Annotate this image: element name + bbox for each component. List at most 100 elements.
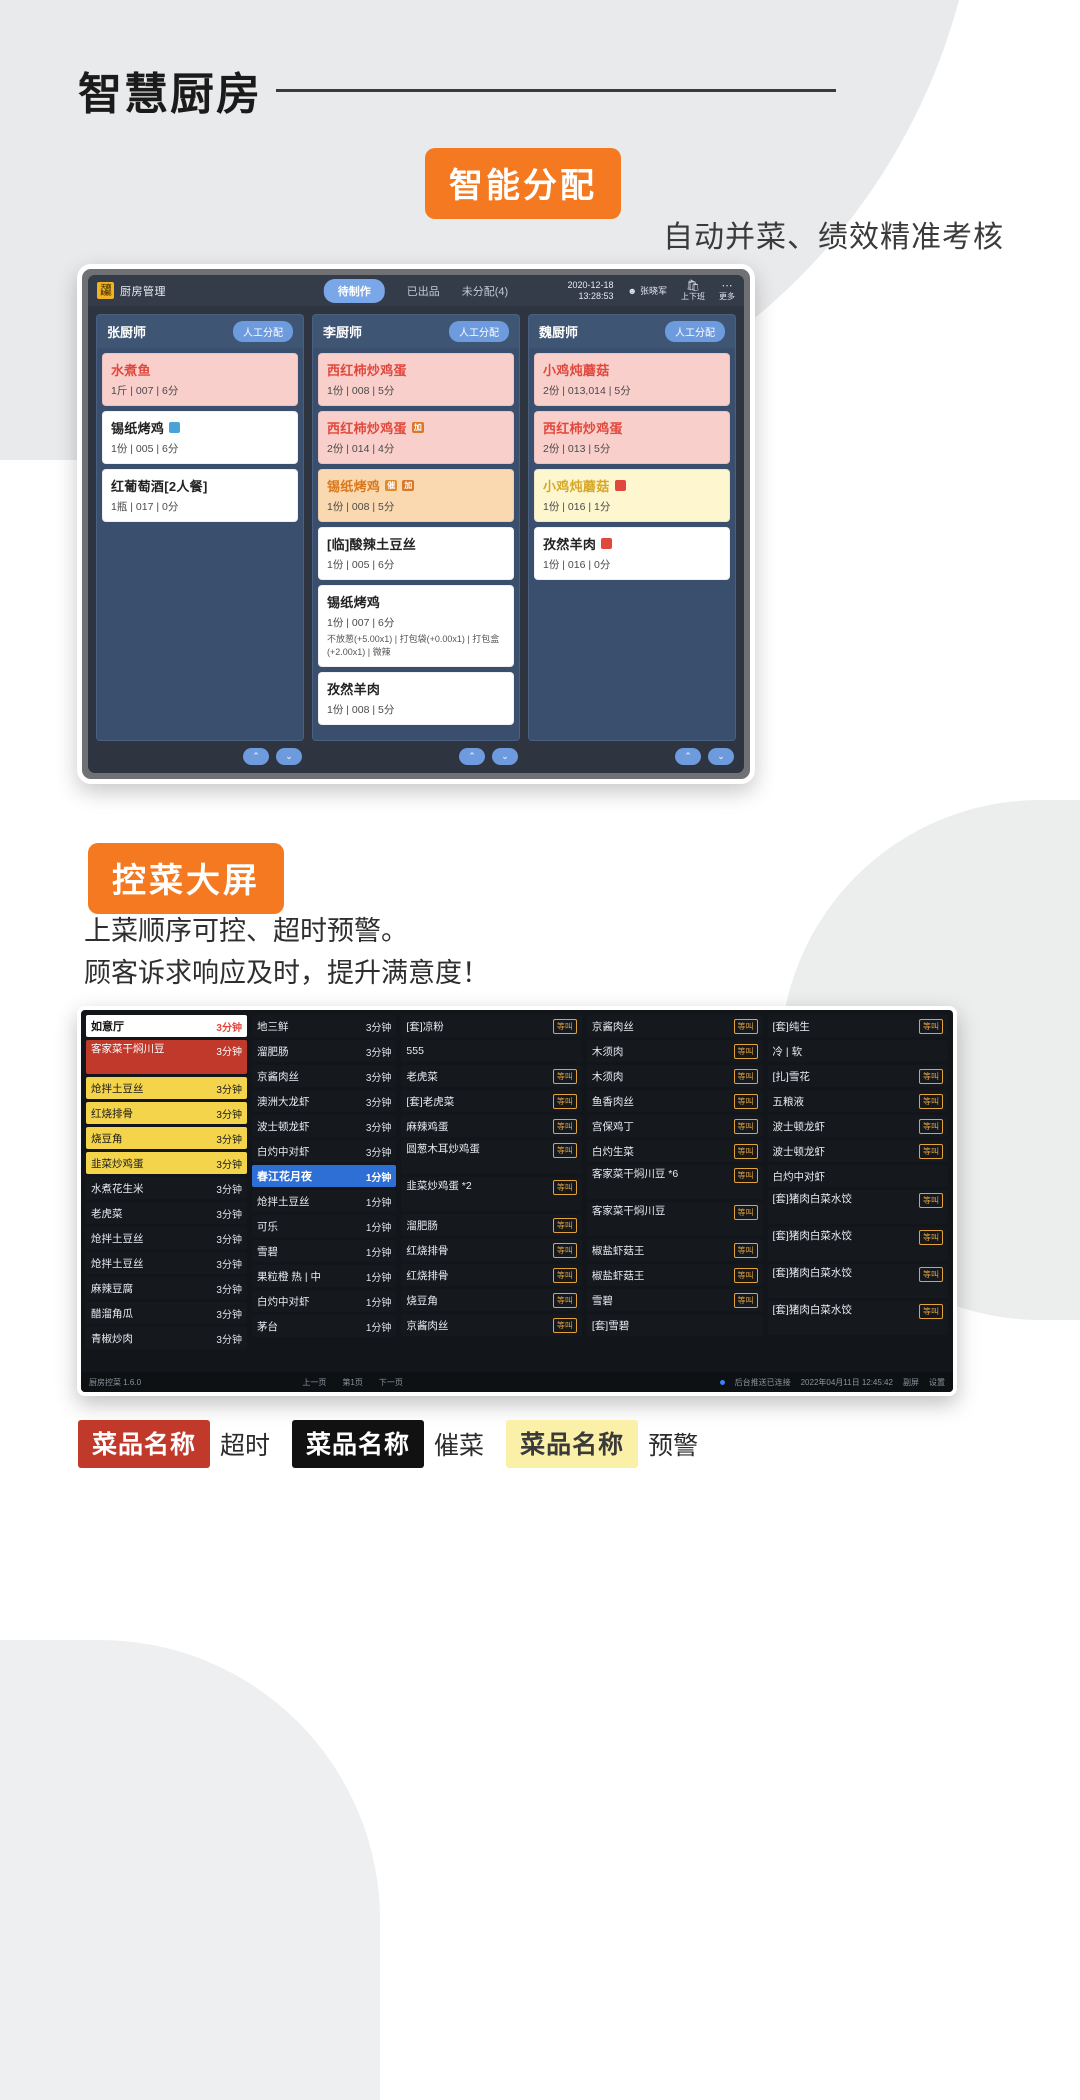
dish-row[interactable]: 圆葱木耳炒鸡蛋 等叫 xyxy=(401,1140,582,1174)
dish-row[interactable]: 可乐 1分钟 xyxy=(251,1215,397,1237)
dish-row[interactable]: [套]老虎菜 等叫 xyxy=(401,1090,582,1112)
dish-row[interactable]: 炝拌土豆丝 3分钟 xyxy=(86,1077,247,1099)
dish-row[interactable]: 茅台 1分钟 xyxy=(251,1315,397,1337)
dish-row[interactable]: 青椒炒肉 3分钟 xyxy=(86,1327,247,1349)
dish-row[interactable]: [套]凉粉 等叫 xyxy=(401,1015,582,1037)
dish-card[interactable]: 西红柿炒鸡蛋 1份 | 008 | 5分 xyxy=(318,353,514,406)
tab-pending[interactable]: 待制作 xyxy=(323,278,385,303)
dish-card[interactable]: 水煮鱼 1斤 | 007 | 6分 xyxy=(102,353,298,406)
dish-row[interactable]: 椒盐虾菇王 等叫 xyxy=(586,1264,763,1286)
dish-row[interactable]: 555 xyxy=(401,1040,582,1062)
dish-row[interactable]: 木须肉 等叫 xyxy=(586,1040,763,1062)
page-up-button[interactable]: ⌃ xyxy=(459,748,485,765)
prev-page-button[interactable]: 上一页 xyxy=(302,1377,326,1388)
dish-card[interactable]: 西红柿炒鸡蛋 加 2份 | 014 | 4分 xyxy=(318,411,514,464)
dish-row-name: 五粮液 xyxy=(772,1095,805,1108)
dish-row[interactable]: 老虎菜 等叫 xyxy=(401,1065,582,1087)
dish-row[interactable]: 澳洲大龙虾 3分钟 xyxy=(251,1090,397,1112)
manual-assign-button[interactable]: 人工分配 xyxy=(233,321,293,342)
dish-card[interactable]: 孜然羊肉 1份 | 008 | 5分 xyxy=(318,672,514,725)
page-title: 智慧厨房 xyxy=(78,70,262,119)
dish-row[interactable]: [套]雪碧 xyxy=(586,1314,763,1336)
dish-row[interactable]: 烧豆角 等叫 xyxy=(401,1289,582,1311)
page-up-button[interactable]: ⌃ xyxy=(243,748,269,765)
dish-row[interactable]: [套]猪肉白菜水饺 等叫 xyxy=(767,1227,949,1261)
dish-card[interactable]: [临]酸辣土豆丝 1份 | 005 | 6分 xyxy=(318,527,514,580)
dish-row[interactable]: 白灼生菜 等叫 xyxy=(586,1140,763,1162)
dish-name: 锡纸烤鸡 xyxy=(327,479,381,494)
dish-row[interactable]: 客家菜干焖川豆 *6 等叫 xyxy=(586,1165,763,1199)
dish-row[interactable]: [套]纯生 等叫 xyxy=(767,1015,949,1037)
dish-row[interactable]: 炝拌土豆丝 3分钟 xyxy=(86,1227,247,1249)
dish-row[interactable]: 韭菜炒鸡蛋 *2 等叫 xyxy=(401,1177,582,1211)
dish-row[interactable]: 果粒橙 热 | 中 1分钟 xyxy=(251,1265,397,1287)
dish-row[interactable]: 红烧排骨 3分钟 xyxy=(86,1102,247,1124)
dish-row[interactable]: 醋溜角瓜 3分钟 xyxy=(86,1302,247,1324)
dish-row[interactable]: 京酱肉丝 等叫 xyxy=(401,1314,582,1336)
dish-card[interactable]: 锡纸烤鸡 1份 | 007 | 6分 不放葱(+5.00x1) | 打包袋(+0… xyxy=(318,585,514,667)
secondary-screen-button[interactable]: 副屏 xyxy=(903,1377,919,1388)
dish-row[interactable]: 韭菜炒鸡蛋 3分钟 xyxy=(86,1152,247,1174)
dish-card[interactable]: 孜然羊肉 1份 | 016 | 0分 xyxy=(534,527,730,580)
page-down-button[interactable]: ⌄ xyxy=(708,748,734,765)
dish-card[interactable]: 小鸡炖蘑菇 2份 | 013,014 | 5分 xyxy=(534,353,730,406)
dish-row[interactable]: [套]猪肉白菜水饺 等叫 xyxy=(767,1264,949,1298)
dish-row[interactable]: 地三鲜 3分钟 xyxy=(251,1015,397,1037)
dish-row[interactable]: 波士顿龙虾 等叫 xyxy=(767,1140,949,1162)
dish-card[interactable]: 西红柿炒鸡蛋 2份 | 013 | 5分 xyxy=(534,411,730,464)
dish-card[interactable]: 小鸡炖蘑菇 1份 | 016 | 1分 xyxy=(534,469,730,522)
dish-card[interactable]: 锡纸烤鸡 催 加 1份 | 008 | 5分 xyxy=(318,469,514,522)
dish-row[interactable]: 溜肥肠 3分钟 xyxy=(251,1040,397,1062)
dish-row[interactable]: 溜肥肠 等叫 xyxy=(401,1214,582,1236)
dish-card[interactable]: 锡纸烤鸡 1份 | 005 | 6分 xyxy=(102,411,298,464)
dish-row[interactable]: 麻辣豆腐 3分钟 xyxy=(86,1277,247,1299)
dish-row[interactable]: 炝拌土豆丝 1分钟 xyxy=(251,1190,397,1212)
dish-row[interactable]: [套]猪肉白菜水饺 等叫 xyxy=(767,1301,949,1335)
dish-row[interactable]: 波士顿龙虾 3分钟 xyxy=(251,1115,397,1137)
wait-call-badge: 等叫 xyxy=(733,1242,758,1258)
more-button[interactable]: ⋯ 更多 xyxy=(719,280,735,302)
dish-row[interactable]: 水煮花生米 3分钟 xyxy=(86,1177,247,1199)
page-up-button[interactable]: ⌃ xyxy=(675,748,701,765)
next-page-button[interactable]: 下一页 xyxy=(379,1377,403,1388)
page-down-button[interactable]: ⌄ xyxy=(492,748,518,765)
user-info[interactable]: ☻ 张晓军 xyxy=(628,284,668,297)
dish-row[interactable]: 客家菜干焖川豆 等叫 xyxy=(586,1202,763,1236)
dish-row[interactable]: 京酱肉丝 等叫 xyxy=(586,1015,763,1037)
dish-row[interactable]: 客家菜干焖川豆 3分钟 xyxy=(86,1040,247,1074)
dish-row[interactable]: 五粮液 等叫 xyxy=(767,1090,949,1112)
dish-row[interactable]: 椒盐虾菇王 等叫 xyxy=(586,1239,763,1261)
settings-button[interactable]: 设置 xyxy=(929,1377,945,1388)
dish-row[interactable]: 雪碧 1分钟 xyxy=(251,1240,397,1262)
dish-row[interactable]: 红烧排骨 等叫 xyxy=(401,1264,582,1286)
tab-served[interactable]: 已出品 xyxy=(407,283,440,299)
dish-row[interactable]: [套]猪肉白菜水饺 等叫 xyxy=(767,1190,949,1224)
dish-row[interactable]: 如意厅 3分钟 xyxy=(86,1015,247,1037)
page-down-button[interactable]: ⌄ xyxy=(276,748,302,765)
manual-assign-button[interactable]: 人工分配 xyxy=(665,321,725,342)
dish-row[interactable]: 炝拌土豆丝 3分钟 xyxy=(86,1252,247,1274)
dish-row[interactable]: 春江花月夜 1分钟 xyxy=(251,1165,397,1187)
dish-row[interactable]: 烧豆角 3分钟 xyxy=(86,1127,247,1149)
dish-row[interactable]: 冷 | 软 xyxy=(767,1040,949,1062)
dish-row[interactable]: 红烧排骨 等叫 xyxy=(401,1239,582,1261)
wait-call-badge: 等叫 xyxy=(919,1118,944,1134)
dish-row[interactable]: 宫保鸡丁 等叫 xyxy=(586,1115,763,1137)
dish-row[interactable]: 波士顿龙虾 等叫 xyxy=(767,1115,949,1137)
dish-row[interactable]: 京酱肉丝 3分钟 xyxy=(251,1065,397,1087)
dish-row[interactable]: 雪碧 等叫 xyxy=(586,1289,763,1311)
tab-unassigned[interactable]: 未分配(4) xyxy=(462,283,508,299)
dish-meta: 1瓶 | 017 | 0分 xyxy=(111,501,179,513)
manual-assign-button[interactable]: 人工分配 xyxy=(449,321,509,342)
dish-row[interactable]: 麻辣鸡蛋 等叫 xyxy=(401,1115,582,1137)
dish-row[interactable]: 木须肉 等叫 xyxy=(586,1065,763,1087)
dish-row[interactable]: 鱼香肉丝 等叫 xyxy=(586,1090,763,1112)
dish-row-time: 3分钟 xyxy=(216,1284,242,1296)
dish-row[interactable]: 白灼中对虾 1分钟 xyxy=(251,1290,397,1312)
dish-row[interactable]: 老虎菜 3分钟 xyxy=(86,1202,247,1224)
dish-row[interactable]: 白灼中对虾 xyxy=(767,1165,949,1187)
dish-card[interactable]: 红葡萄酒[2人餐] 1瓶 | 017 | 0分 xyxy=(102,469,298,522)
dish-row[interactable]: 白灼中对虾 3分钟 xyxy=(251,1140,397,1162)
shift-button[interactable]: 🛍 上下班 xyxy=(681,280,705,302)
dish-row[interactable]: [扎]雪花 等叫 xyxy=(767,1065,949,1087)
